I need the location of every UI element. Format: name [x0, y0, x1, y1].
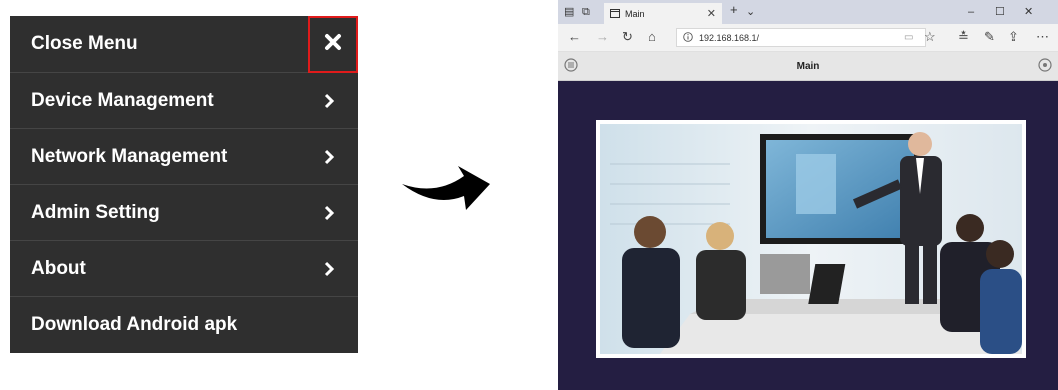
chevron-right-icon — [318, 202, 340, 224]
url-field[interactable]: 192.168.168.1/ — [676, 28, 926, 47]
share-icon[interactable]: ⇪ — [1008, 30, 1019, 44]
menu-item-label: Network Management — [31, 145, 228, 167]
tab-close-icon[interactable]: ✕ — [707, 7, 716, 20]
maximize-icon[interactable]: ☐ — [995, 5, 1005, 19]
meeting-photo — [600, 124, 1022, 354]
chevron-right-icon — [318, 258, 340, 280]
tab-preview-icon[interactable]: ⧉ — [582, 5, 590, 19]
hero-image — [596, 120, 1026, 358]
menu-item-download-apk[interactable]: Download Android apk — [10, 297, 358, 353]
settings-icon[interactable] — [1038, 58, 1052, 72]
chevron-down-icon[interactable]: ⌄ — [746, 5, 755, 19]
chevron-right-icon — [318, 146, 340, 168]
more-icon[interactable]: ⋯ — [1036, 30, 1049, 44]
menu-item-device-management[interactable]: Device Management — [10, 73, 358, 129]
tab-main[interactable]: Main ✕ — [604, 3, 722, 24]
window-close-icon[interactable]: ✕ — [1024, 5, 1033, 19]
page-icon — [610, 5, 620, 23]
menu-item-about[interactable]: About — [10, 241, 358, 297]
home-icon[interactable]: ⌂ — [648, 30, 656, 44]
browser-window: ▤ ⧉ Main ✕ + ⌄ – ☐ ✕ ← → ↻ ⌂ 192.168.168… — [558, 0, 1058, 390]
close-button[interactable] — [308, 16, 358, 73]
menu-item-network-management[interactable]: Network Management — [10, 129, 358, 185]
transition-arrow-icon — [400, 160, 492, 216]
chevron-right-icon — [318, 90, 340, 112]
app-header: Main — [558, 52, 1058, 81]
menu-item-admin-setting[interactable]: Admin Setting — [10, 185, 358, 241]
tab-title: Main — [625, 8, 645, 19]
side-menu: Close Menu Device Management Network Man… — [10, 16, 358, 353]
back-icon[interactable]: ← — [568, 30, 581, 44]
menu-item-label: Admin Setting — [31, 201, 160, 223]
tab-bar: ▤ ⧉ Main ✕ + ⌄ – ☐ ✕ — [558, 0, 1058, 24]
refresh-icon[interactable]: ↻ — [622, 30, 633, 44]
pen-icon[interactable]: ✎ — [984, 30, 995, 44]
favorites-hub-icon[interactable]: ≛ — [958, 30, 969, 44]
new-tab-icon[interactable]: + — [730, 3, 738, 17]
menu-item-label: Close Menu — [31, 33, 138, 54]
menu-item-label: Device Management — [31, 89, 214, 111]
forward-icon[interactable]: → — [596, 30, 609, 44]
close-icon — [324, 33, 342, 56]
reading-view-icon[interactable]: ▭ — [904, 31, 913, 45]
menu-toggle-icon[interactable] — [564, 58, 578, 72]
set-aside-tabs-icon[interactable]: ▤ — [564, 5, 574, 19]
minimize-icon[interactable]: – — [968, 5, 974, 19]
favorite-star-icon[interactable]: ☆ — [924, 30, 936, 44]
info-icon — [683, 29, 693, 47]
menu-item-label: Download Android apk — [31, 314, 238, 335]
close-menu-item[interactable]: Close Menu — [10, 16, 358, 73]
menu-item-label: About — [31, 257, 86, 279]
url-text: 192.168.168.1/ — [699, 32, 760, 43]
page-title: Main — [796, 60, 820, 72]
address-bar: ← → ↻ ⌂ 192.168.168.1/ ▭ ☆ ≛ ✎ ⇪ ⋯ — [558, 24, 1058, 52]
